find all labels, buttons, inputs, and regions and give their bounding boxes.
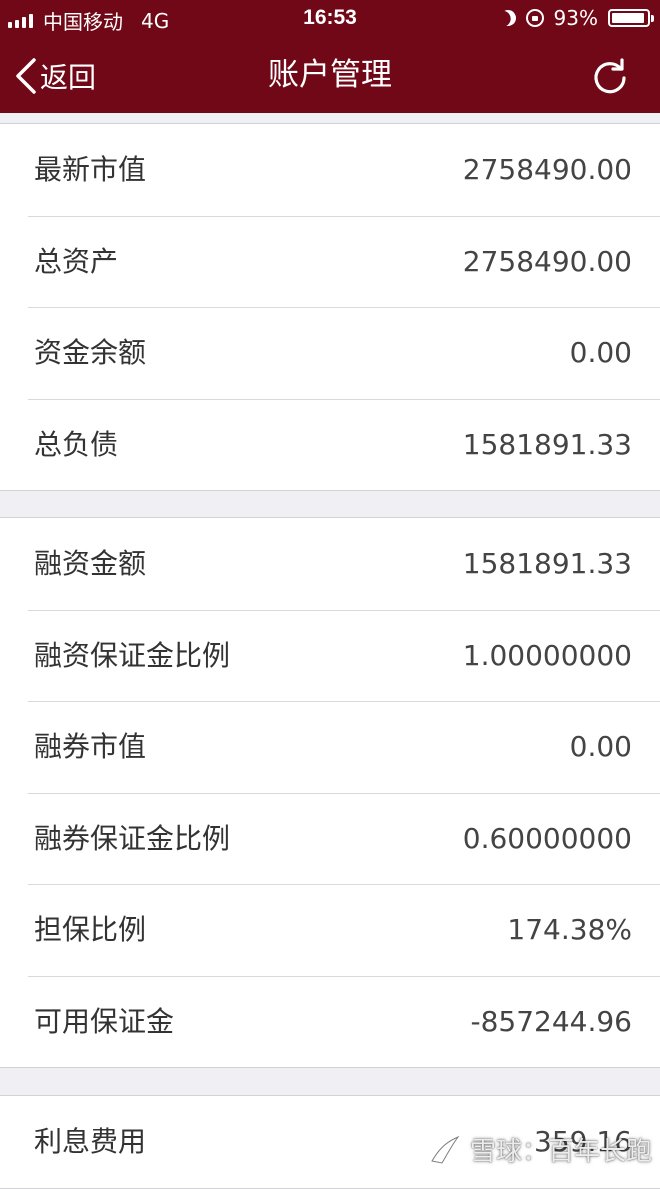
list-row: 融资金额 1581891.33 bbox=[0, 518, 660, 610]
back-button[interactable]: 返回 bbox=[14, 38, 96, 113]
back-label: 返回 bbox=[40, 60, 97, 94]
row-label: 最新市值 bbox=[34, 153, 147, 186]
refresh-icon bbox=[594, 58, 626, 94]
list-row: 融券市值 0.00 bbox=[0, 701, 660, 793]
row-value: 0.60000000 bbox=[462, 821, 632, 855]
battery-percent: 93% bbox=[553, 6, 598, 30]
snowball-logo-icon bbox=[431, 1135, 460, 1164]
row-value: 1581891.33 bbox=[462, 547, 632, 580]
row-label: 资金余额 bbox=[34, 336, 147, 369]
status-bar-right: 93% bbox=[497, 6, 654, 30]
row-label: 总资产 bbox=[34, 244, 119, 278]
row-value: -857244.96 bbox=[470, 1004, 632, 1038]
row-label: 融券市值 bbox=[34, 730, 147, 763]
row-label: 融资保证金比例 bbox=[34, 638, 231, 672]
top-bar: 中国移动 4G 16:53 93% 返回 账户管理 bbox=[0, 0, 660, 113]
row-value: 0.00 bbox=[569, 336, 632, 369]
row-label: 担保比例 bbox=[34, 913, 147, 946]
do-not-disturb-moon-icon bbox=[497, 7, 519, 29]
status-bar: 中国移动 4G 16:53 93% bbox=[0, 0, 660, 38]
list-row: 最新市值 2758490.00 bbox=[0, 124, 660, 216]
battery-level-fill bbox=[612, 13, 644, 23]
row-value: 0.00 bbox=[569, 730, 632, 763]
row-label: 融资金额 bbox=[34, 547, 147, 580]
list-row: 融资保证金比例 1.00000000 bbox=[0, 609, 660, 702]
row-label: 总负债 bbox=[34, 427, 119, 461]
chevron-left-icon bbox=[16, 57, 36, 94]
navigation-bar: 返回 账户管理 bbox=[0, 38, 660, 113]
account-summary-section: 最新市值 2758490.00 总资产 2758490.00 资金余额 0.00… bbox=[0, 123, 660, 491]
margin-trading-section: 融资金额 1581891.33 融资保证金比例 1.00000000 融券市值 … bbox=[0, 517, 660, 1068]
row-label: 可用保证金 bbox=[34, 1004, 175, 1038]
list-row: 融券保证金比例 0.60000000 bbox=[0, 792, 660, 885]
list-row: 可用保证金 -857244.96 bbox=[0, 975, 660, 1068]
row-label: 融券保证金比例 bbox=[34, 821, 231, 855]
list-row: 资金余额 0.00 bbox=[0, 307, 660, 399]
list-row: 总负债 1581891.33 bbox=[0, 398, 660, 491]
rotation-lock-icon bbox=[525, 9, 544, 27]
refresh-button[interactable] bbox=[590, 56, 630, 96]
list-row: 总资产 2758490.00 bbox=[0, 215, 660, 308]
row-value: 1581891.33 bbox=[462, 427, 632, 461]
page-title: 账户管理 bbox=[268, 57, 392, 93]
row-value: 174.38% bbox=[507, 913, 632, 946]
row-value: 2758490.00 bbox=[462, 153, 632, 186]
watermark-text: 雪球：百年长跑 bbox=[469, 1137, 652, 1167]
watermark: 雪球：百年长跑 bbox=[428, 1131, 652, 1168]
battery-icon bbox=[608, 9, 654, 27]
row-value: 1.00000000 bbox=[462, 638, 632, 672]
row-value: 2758490.00 bbox=[462, 244, 632, 278]
list-row: 担保比例 174.38% bbox=[0, 884, 660, 976]
